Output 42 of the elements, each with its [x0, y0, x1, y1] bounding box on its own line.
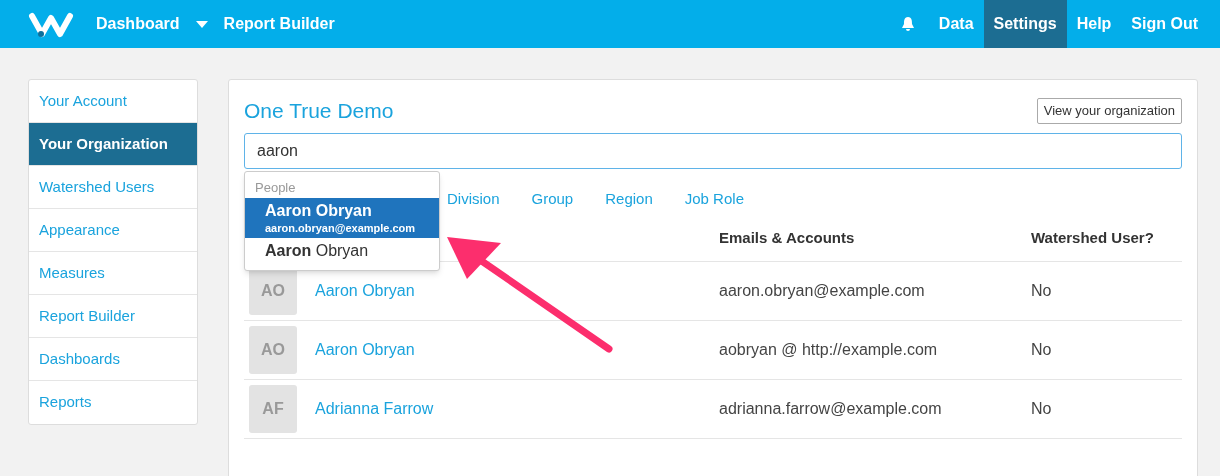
- column-header: Emails & Accounts: [719, 228, 856, 249]
- table-cell-text: No: [1031, 280, 1052, 301]
- table-cell-text: adrianna.farrow@example.com: [719, 398, 943, 419]
- dropdown-heading: People: [254, 179, 297, 197]
- sidebar-item[interactable]: Appearance: [29, 209, 197, 252]
- person-name-link[interactable]: Aaron Obryan: [315, 281, 415, 299]
- column-header: Watershed User?: [1031, 228, 1154, 249]
- table-cell-text: aaron.obryan@example.com: [719, 280, 926, 301]
- bell-icon[interactable]: [900, 16, 915, 32]
- nav-link[interactable]: Data: [928, 0, 984, 48]
- person-email: aaron.obryan@example.com: [265, 221, 417, 235]
- page-title: One True Demo: [244, 98, 394, 124]
- nav-link[interactable]: Report Builder: [223, 12, 335, 36]
- filter-tab[interactable]: Region: [605, 188, 653, 211]
- table-cell-text: No: [1031, 398, 1052, 419]
- filter-tab[interactable]: Job Role: [684, 188, 744, 211]
- filter-tab[interactable]: Group: [531, 188, 574, 211]
- nav-link[interactable]: Dashboard: [96, 12, 180, 36]
- avatar-initials: AF: [249, 384, 297, 433]
- dropdown-item[interactable]: Aaron Obryan aaron.obryan@example.com: [245, 198, 439, 238]
- person-name: Aaron Obryan: [265, 241, 370, 261]
- search-field[interactable]: aaron: [244, 132, 1182, 169]
- avatar-initials: AO: [249, 325, 297, 374]
- caret-icon[interactable]: [195, 20, 208, 28]
- nav-link[interactable]: Settings: [983, 0, 1067, 48]
- sidebar-item[interactable]: Dashboards: [29, 338, 197, 381]
- sidebar-item[interactable]: Report Builder: [29, 295, 197, 338]
- dropdown-item[interactable]: Aaron Obryan: [245, 238, 439, 264]
- sidebar-item[interactable]: Reports: [29, 381, 197, 424]
- sidebar-item[interactable]: Watershed Users: [29, 166, 197, 209]
- sidebar-item[interactable]: Your Organization: [29, 123, 197, 166]
- nav-link[interactable]: Sign Out: [1121, 0, 1208, 48]
- table-cell-text: aobryan @ http://example.com: [719, 339, 939, 360]
- table-cell-text: No: [1031, 339, 1052, 360]
- logo-icon[interactable]: [28, 10, 74, 38]
- sidebar-item[interactable]: Measures: [29, 252, 197, 295]
- person-name-link[interactable]: Aaron Obryan: [315, 340, 415, 358]
- nav-link[interactable]: Help: [1066, 0, 1122, 48]
- person-name: Aaron Obryan: [265, 201, 373, 221]
- view-organization-button[interactable]: View your organization: [1036, 98, 1182, 124]
- person-name-link[interactable]: Adrianna Farrow: [315, 399, 434, 417]
- filter-tab[interactable]: Division: [447, 188, 500, 211]
